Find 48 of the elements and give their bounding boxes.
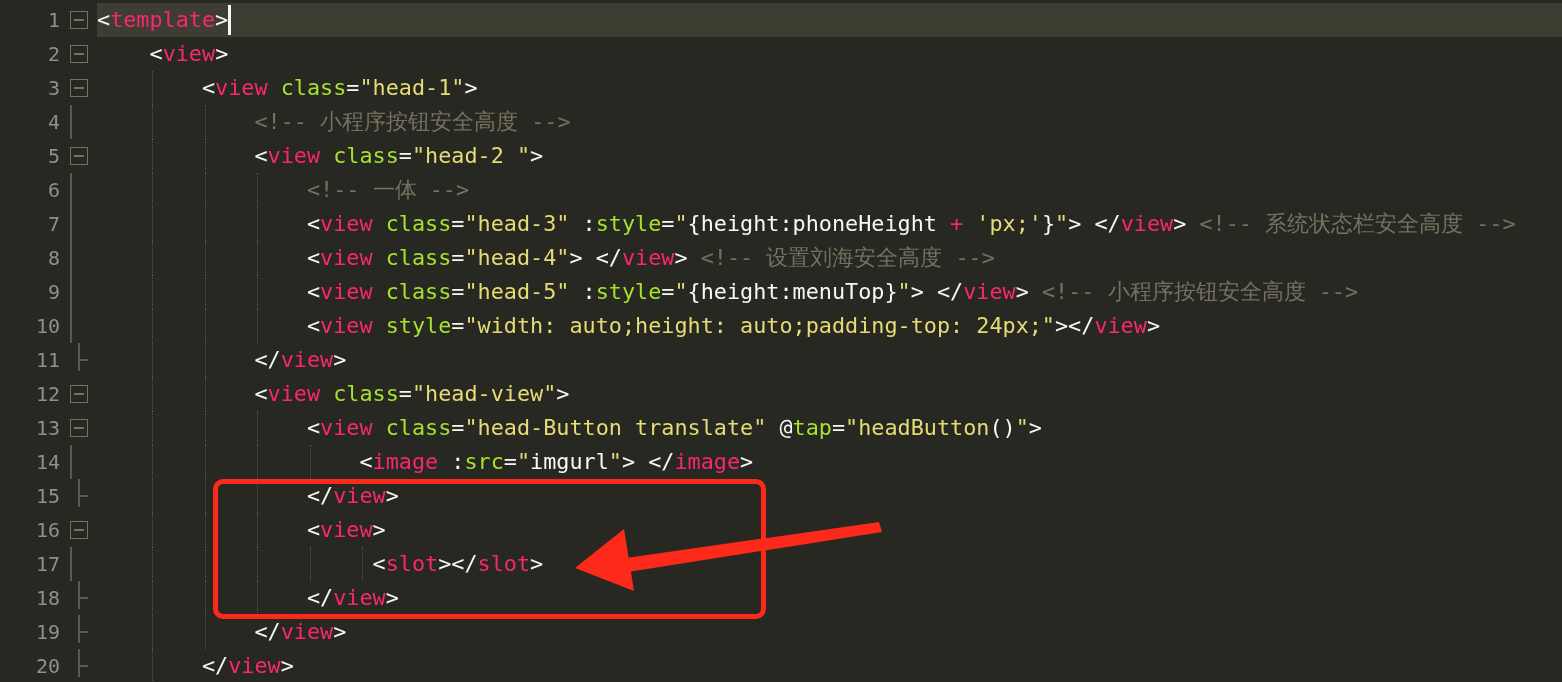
code-line: <view class="head-2 "> [253,142,544,170]
line-number: 20 [35,653,60,680]
fold-toggle-icon[interactable] [69,385,88,403]
line-number: 6 [47,177,60,204]
fold-toggle-icon[interactable] [69,79,88,97]
line-number: 12 [35,381,60,408]
code-line: <view class="head-1"> [200,74,478,102]
code-line: <view> [305,516,386,544]
line-number: 4 [47,109,60,136]
code-line: </view> [305,482,399,510]
line-number: 18 [35,585,60,612]
code-line: </view> [200,652,294,680]
line-number: 19 [35,619,60,646]
code-line: <view class="head-4"> </view> <!-- 设置刘海安全高度 --> [305,244,995,272]
fold-toggle-icon[interactable] [69,11,88,29]
code-line: <view class="head-3" :style="{height:phoneHeight + 'px;'}"> </view> <!-- 系统状态栏安全高度 --> [305,210,1516,238]
line-number: 9 [47,279,60,306]
code-line: <template> [97,6,229,34]
line-number: 2 [47,41,60,68]
code-line: </view> [305,584,399,612]
code-line: <view class="head-5" :style="{height:menuTop}"> </view> <!-- 小程序按钮安全高度 --> [305,278,1359,306]
line-number: 15 [35,483,60,510]
line-number: 13 [35,415,60,442]
code-line: <slot></slot> [371,550,544,578]
line-number: 1 [47,7,60,34]
line-number: 14 [35,449,60,476]
code-line: </view> [253,618,347,646]
line-number: 3 [47,75,60,102]
code-line: <view> [148,40,229,68]
fold-toggle-icon[interactable] [69,419,88,437]
code-line: <view style="width: auto;height: auto;padding-top: 24px;"></view> [305,312,1160,340]
line-number: 11 [35,347,60,374]
code-line: <!-- 小程序按钮安全高度 --> [253,108,571,136]
code-line: <!-- 一体 --> [305,176,470,204]
fold-toggle-icon[interactable] [69,521,88,539]
line-number: 10 [35,313,60,340]
line-number: 7 [47,211,60,238]
line-number: 16 [35,517,60,544]
line-number: 5 [47,143,60,170]
line-number: 17 [35,551,60,578]
fold-toggle-icon[interactable] [69,45,88,63]
fold-toggle-icon[interactable] [69,147,88,165]
line-number: 8 [47,245,60,272]
code-line: </view> [253,346,347,374]
code-line: <view class="head-view"> [253,380,570,408]
code-line: <image :src="imgurl"> </image> [358,448,754,476]
code-line: <view class="head-Button translate" @tap="headButton()"> [305,414,1042,442]
text-cursor [228,5,232,35]
